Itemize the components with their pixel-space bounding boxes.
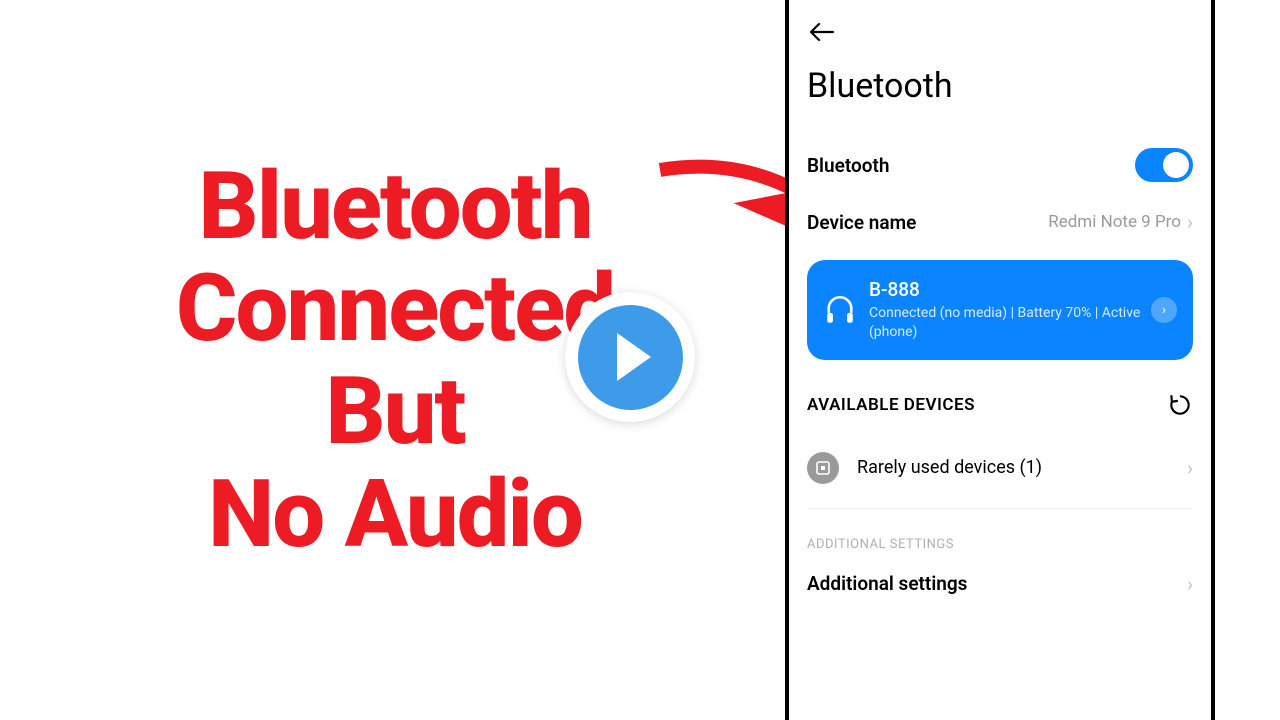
available-devices-header: AVAILABLE DEVICES: [807, 395, 975, 415]
phone-screenshot: Bluetooth Bluetooth Device name Redmi No…: [785, 0, 1215, 720]
headline-text: Bluetooth Connected But No Audio: [176, 153, 614, 568]
back-button[interactable]: [807, 18, 1193, 66]
rarely-used-label: Rarely used devices (1): [857, 457, 1187, 478]
bluetooth-toggle-label: Bluetooth: [807, 154, 889, 177]
chevron-right-icon: ›: [1187, 210, 1193, 234]
refresh-icon[interactable]: [1167, 392, 1193, 418]
device-name-row[interactable]: Device name Redmi Note 9 Pro ›: [807, 196, 1193, 254]
play-button[interactable]: [565, 292, 695, 422]
device-name-label: Device name: [807, 211, 916, 234]
rarely-used-row[interactable]: Rarely used devices (1) ›: [807, 438, 1193, 509]
bluetooth-toggle[interactable]: [1135, 148, 1193, 182]
connected-device-name: B-888: [869, 278, 1151, 301]
bluetooth-toggle-row[interactable]: Bluetooth: [807, 134, 1193, 196]
chevron-right-icon: ›: [1162, 302, 1166, 318]
page-title: Bluetooth: [807, 66, 1193, 134]
chevron-right-icon: ›: [1187, 456, 1193, 480]
headphones-icon: [823, 293, 857, 327]
additional-settings-label: Additional settings: [807, 572, 967, 595]
additional-settings-header: ADDITIONAL SETTINGS: [807, 509, 1193, 560]
play-icon: [578, 305, 683, 410]
device-group-icon: [807, 452, 839, 484]
device-detail-button[interactable]: ›: [1151, 297, 1177, 323]
additional-settings-row[interactable]: Additional settings ›: [807, 560, 1193, 608]
back-arrow-icon: [809, 22, 835, 42]
headline-line-2: Connected: [176, 259, 614, 358]
connected-device-status: Connected (no media) | Battery 70% | Act…: [869, 304, 1151, 342]
headline-line-4: No Audio: [176, 465, 614, 564]
chevron-right-icon: ›: [1187, 572, 1193, 596]
headline-line-1: Bluetooth: [176, 157, 614, 256]
connected-device-card[interactable]: B-888 Connected (no media) | Battery 70%…: [807, 260, 1193, 360]
headline-line-3: But: [176, 362, 614, 461]
device-name-value: Redmi Note 9 Pro: [1048, 212, 1181, 232]
